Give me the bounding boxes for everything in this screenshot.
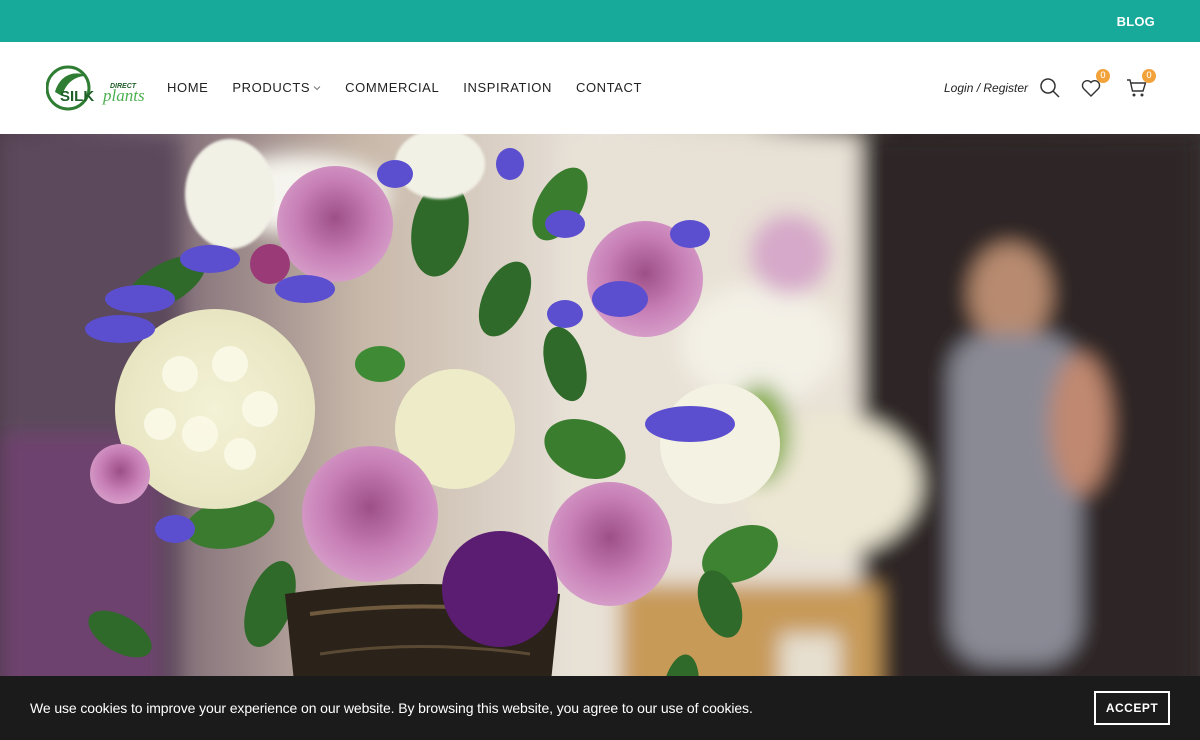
chevron-down-icon: [313, 85, 321, 90]
cookie-message: We use cookies to improve your experienc…: [30, 700, 753, 716]
silk-plants-logo[interactable]: DIRECT SILK plants: [46, 62, 156, 114]
cookie-banner: We use cookies to improve your experienc…: [0, 676, 1200, 740]
nav-inspiration-label: INSPIRATION: [463, 80, 552, 95]
logo-plants: plants: [102, 86, 145, 105]
login-register-link[interactable]: Login / Register: [944, 81, 1028, 95]
wishlist-count-badge: 0: [1096, 69, 1110, 83]
blog-link[interactable]: BLOG: [1117, 14, 1155, 29]
nav-commercial[interactable]: COMMERCIAL: [345, 80, 439, 95]
nav-contact[interactable]: CONTACT: [576, 80, 642, 95]
nav-commercial-label: COMMERCIAL: [345, 80, 440, 95]
nav-home-label: HOME: [167, 80, 209, 95]
nav-contact-label: CONTACT: [575, 80, 643, 95]
search-icon: [1040, 78, 1060, 98]
flower-arrangement-image: [0, 134, 1200, 740]
cart-button[interactable]: 0: [1125, 69, 1156, 100]
nav-inspiration[interactable]: INSPIRATION: [463, 80, 552, 95]
search-button[interactable]: [1038, 76, 1062, 100]
hero-banner: [0, 134, 1200, 740]
logo-silk: SILK: [60, 88, 94, 105]
cart-count-badge: 0: [1142, 69, 1156, 83]
nav-products[interactable]: PRODUCTS: [232, 80, 321, 95]
wishlist-button[interactable]: 0: [1079, 69, 1110, 100]
site-header: DIRECT SILK plants HOME PRODUCTS COMMERC…: [0, 42, 1200, 134]
top-bar: BLOG: [0, 0, 1200, 42]
nav-home[interactable]: HOME: [167, 80, 208, 95]
nav-products-label: PRODUCTS: [232, 80, 311, 95]
accept-cookies-button[interactable]: ACCEPT: [1094, 691, 1170, 725]
main-nav: HOME PRODUCTS COMMERCIAL INSPIRATION CON…: [167, 80, 666, 95]
